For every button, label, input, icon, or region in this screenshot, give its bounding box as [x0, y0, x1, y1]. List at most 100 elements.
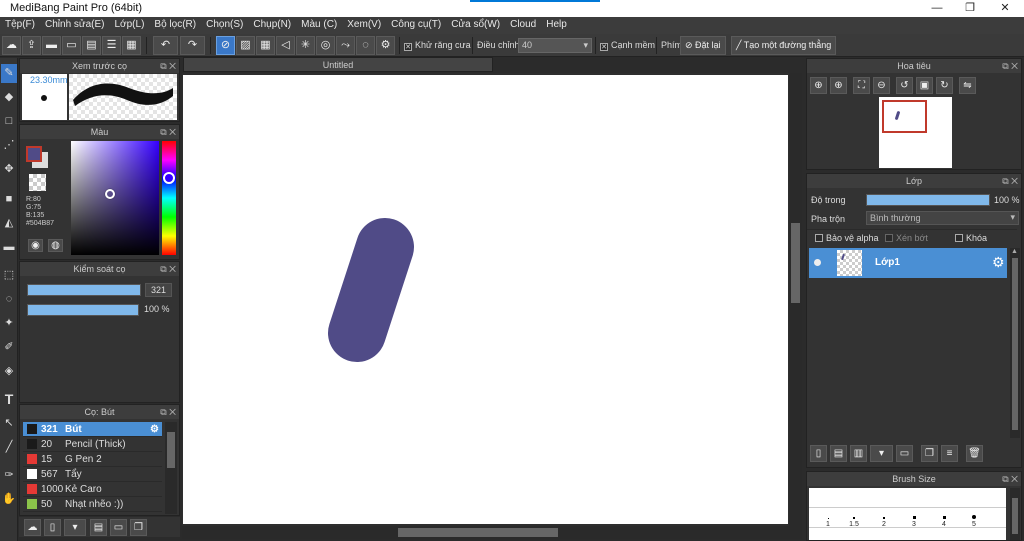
- radial-snap-icon[interactable]: ◁: [276, 36, 295, 55]
- menu-edit[interactable]: Chỉnh sửa(E): [40, 17, 110, 34]
- new-layer-icon[interactable]: ▯: [810, 445, 827, 462]
- protect-alpha-checkbox[interactable]: Bảo vệ alpha: [815, 233, 879, 243]
- panel-controls-icon[interactable]: ⧉ ✕: [1002, 472, 1018, 486]
- navigator-thumbnail[interactable]: [879, 97, 952, 168]
- brush-list-item[interactable]: 50 Nhạt nhẽo :)): [23, 497, 162, 512]
- brush-list-item[interactable]: 15 G Pen 2: [23, 452, 162, 467]
- saturation-value-picker[interactable]: [71, 141, 159, 255]
- menu-filter[interactable]: Bộ lọc(R): [149, 17, 201, 34]
- menu-cloud[interactable]: Cloud: [505, 17, 541, 34]
- scrollbar-thumb[interactable]: [1012, 258, 1018, 430]
- chat-icon[interactable]: ▭: [62, 36, 81, 55]
- size-cell-5[interactable]: 5: [967, 515, 981, 528]
- text-tool-icon[interactable]: T: [1, 390, 17, 409]
- lasso-tool-icon[interactable]: ◌: [1, 290, 17, 309]
- zoom-in-icon[interactable]: ⊕: [830, 77, 847, 94]
- adjust-select[interactable]: 40 ▾: [518, 38, 592, 53]
- hand-tool-icon[interactable]: ✋: [1, 490, 17, 509]
- primary-color-swatch[interactable]: [26, 146, 42, 162]
- minimize-button[interactable]: —: [920, 0, 954, 17]
- brush-list-scrollbar[interactable]: [165, 422, 177, 514]
- size-cell-1-5[interactable]: 1.5: [847, 517, 861, 528]
- brush-size-value[interactable]: 321: [145, 283, 172, 297]
- layer-property-icon[interactable]: ▥: [850, 445, 867, 462]
- hue-slider-handle[interactable]: [163, 172, 175, 184]
- flip-icon[interactable]: ⇋: [959, 77, 976, 94]
- duplicate-layer-icon[interactable]: ▤: [830, 445, 847, 462]
- scrollbar-thumb[interactable]: [1012, 498, 1018, 534]
- brush-list-item[interactable]: 321 Bút ⚙: [23, 422, 162, 437]
- fit-icon[interactable]: ⛶: [853, 77, 870, 94]
- divide-tool-icon[interactable]: ╱: [1, 438, 17, 457]
- brush-list-item[interactable]: 567 Tẩy: [23, 467, 162, 482]
- layer-scrollbar[interactable]: ▲: [1010, 248, 1020, 438]
- ellipse-snap-icon[interactable]: ◌: [356, 36, 375, 55]
- scroll-up-icon[interactable]: ▲: [1011, 248, 1018, 255]
- redo-icon[interactable]: ↷: [180, 36, 205, 55]
- eraser-tool-icon[interactable]: ◆: [1, 88, 17, 107]
- panel-controls-icon[interactable]: ⧉ ✕: [1002, 59, 1018, 73]
- panel-controls-icon[interactable]: ⧉ ✕: [160, 59, 176, 73]
- clipping-checkbox[interactable]: Xén bớt: [885, 233, 928, 243]
- layer-opacity-slider[interactable]: [866, 194, 990, 206]
- brush-tool-icon[interactable]: ✎: [1, 64, 17, 83]
- copy-brush-icon[interactable]: ❐: [130, 519, 147, 536]
- gear-icon[interactable]: ⚙: [992, 254, 1005, 271]
- history-color-icon[interactable]: ◍: [48, 239, 63, 252]
- burst-snap-icon[interactable]: ✳: [296, 36, 315, 55]
- panel-controls-icon[interactable]: ⧉ ✕: [160, 405, 176, 419]
- scrollbar-thumb[interactable]: [398, 528, 558, 537]
- palette-icon[interactable]: ◉: [28, 239, 43, 252]
- close-button[interactable]: ✕: [988, 0, 1022, 17]
- new-brush-icon[interactable]: ▯: [44, 519, 61, 536]
- cloud-brush-icon[interactable]: ☁: [24, 519, 41, 536]
- hue-slider[interactable]: [162, 141, 176, 255]
- rectangle-tool-icon[interactable]: □: [1, 112, 17, 131]
- menu-color[interactable]: Màu (C): [296, 17, 342, 34]
- cloud-icon[interactable]: ☁: [2, 36, 21, 55]
- reset-button[interactable]: ⊘ Đặt lại: [680, 36, 726, 55]
- settings-snap-icon[interactable]: ⚙: [376, 36, 395, 55]
- move-tool-icon[interactable]: ✥: [1, 160, 17, 179]
- undo-icon[interactable]: ↶: [153, 36, 178, 55]
- brush-size-slider[interactable]: [27, 284, 141, 296]
- menu-layer[interactable]: Lớp(L): [110, 17, 150, 34]
- size-cell-3[interactable]: 3: [907, 516, 921, 528]
- transparent-color-swatch[interactable]: [29, 174, 46, 191]
- menu-view[interactable]: Xem(V): [342, 17, 386, 34]
- select-eraser-icon[interactable]: ◈: [1, 362, 17, 381]
- brush-opacity-slider[interactable]: [27, 304, 139, 316]
- panel-controls-icon[interactable]: ⧉ ✕: [160, 262, 176, 276]
- canvas-tab[interactable]: Untitled: [183, 57, 493, 72]
- antialias-checkbox[interactable]: ✕ Khử răng cưa: [404, 40, 471, 51]
- canvas-horizontal-scrollbar[interactable]: [182, 526, 802, 539]
- merge-layer-icon[interactable]: ❐: [921, 445, 938, 462]
- reset-view-icon[interactable]: ▣: [916, 77, 933, 94]
- gear-icon[interactable]: ⚙: [150, 424, 159, 435]
- layer-row[interactable]: Lớp1 ⚙: [809, 248, 1007, 278]
- layer-folder-icon[interactable]: ▭: [896, 445, 913, 462]
- circle-snap-icon[interactable]: ◎: [316, 36, 335, 55]
- canvas[interactable]: [183, 75, 788, 524]
- color-picker-cursor[interactable]: [105, 189, 115, 199]
- zoom-icon[interactable]: ⊕: [810, 77, 827, 94]
- grid-icon[interactable]: ▦: [122, 36, 141, 55]
- smooth-checkbox[interactable]: ✕ Cạnh mềm: [600, 40, 655, 51]
- eye-icon[interactable]: [814, 259, 821, 266]
- scrollbar-thumb[interactable]: [167, 432, 175, 468]
- no-snap-icon[interactable]: ⊘: [216, 36, 235, 55]
- grid-snap-icon[interactable]: ▦: [256, 36, 275, 55]
- panel-controls-icon[interactable]: ⧉ ✕: [1002, 174, 1018, 188]
- size-cell-2[interactable]: 2: [877, 517, 891, 528]
- panel-controls-icon[interactable]: ⧉ ✕: [160, 125, 176, 139]
- operation-tool-icon[interactable]: ↖: [1, 414, 17, 433]
- menu-snap[interactable]: Chụp(N): [248, 17, 296, 34]
- maximize-button[interactable]: ❐: [953, 0, 987, 17]
- eyedropper-icon[interactable]: ✑: [1, 466, 17, 485]
- magic-wand-icon[interactable]: ✦: [1, 314, 17, 333]
- brush-size-scrollbar[interactable]: [1010, 488, 1020, 540]
- list-icon[interactable]: ☰: [102, 36, 121, 55]
- delete-layer-icon[interactable]: 🗑: [966, 445, 983, 462]
- brush-list-item[interactable]: 1000 Kẻ Caro: [23, 482, 162, 497]
- rotate-right-icon[interactable]: ↻: [936, 77, 953, 94]
